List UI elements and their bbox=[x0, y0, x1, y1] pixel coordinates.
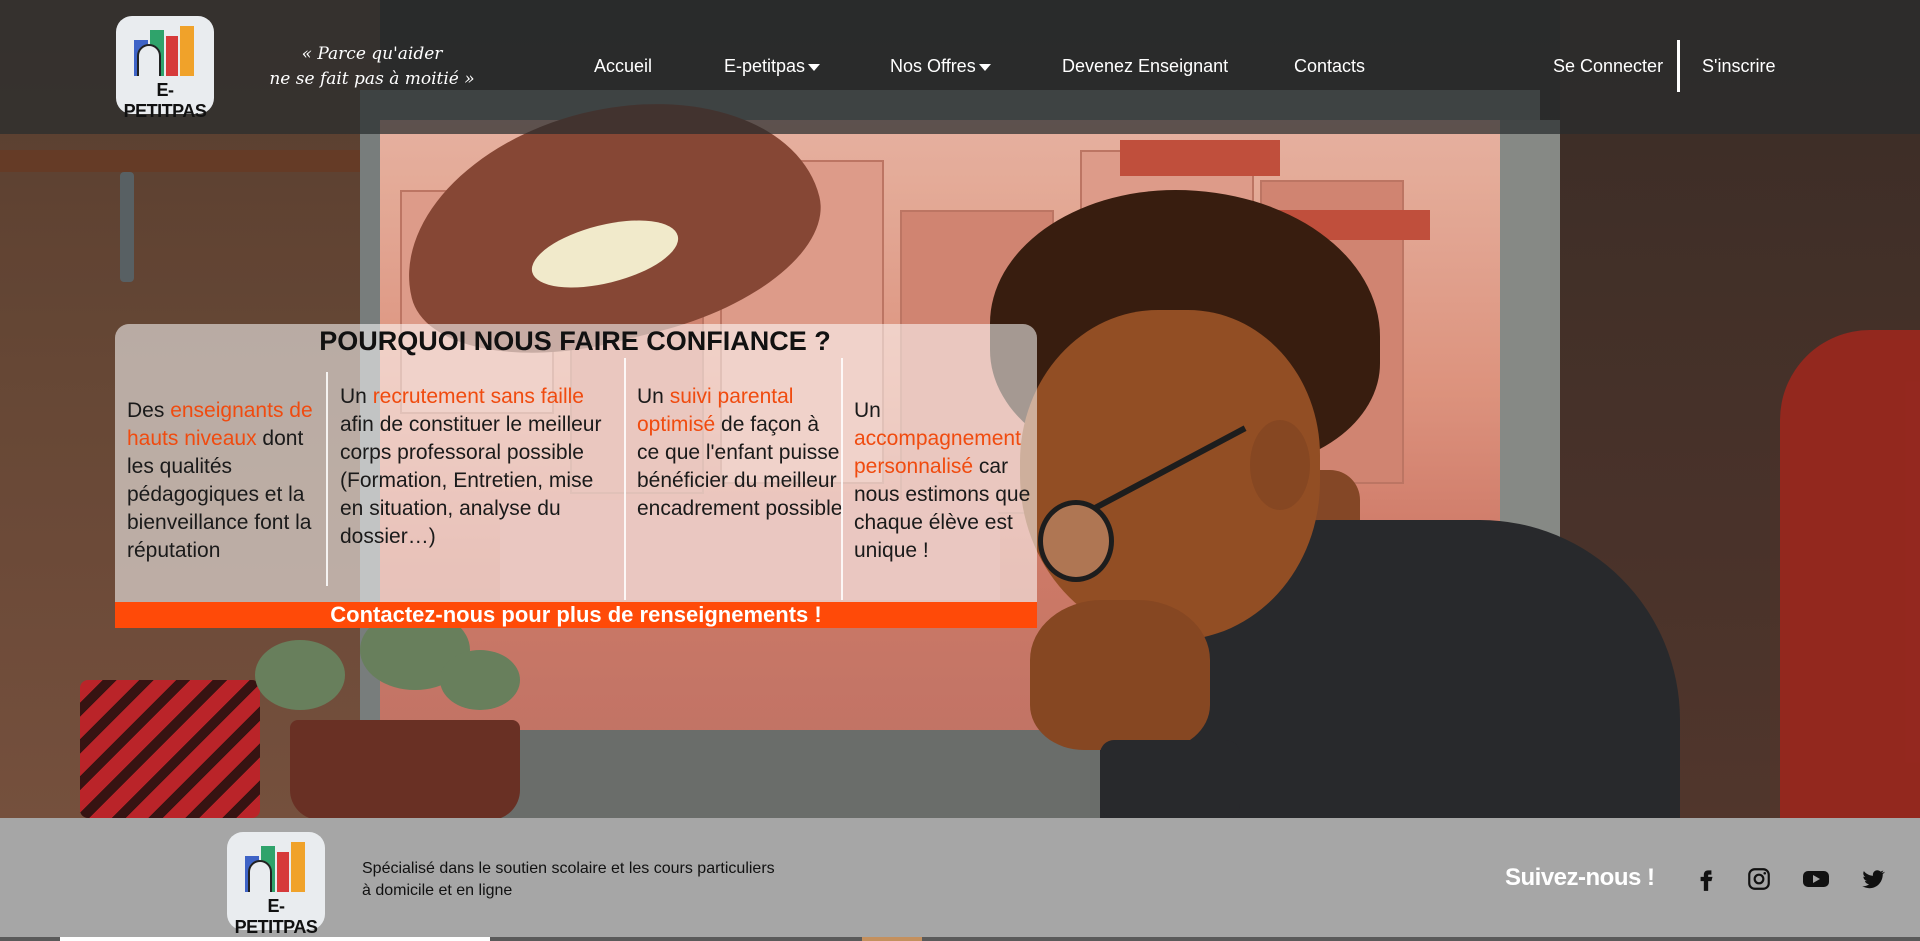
tagline-line-1: « Parce qu'aider bbox=[301, 44, 443, 64]
trust-column-1: Des enseignants de hauts niveaux dont le… bbox=[127, 397, 327, 565]
col2-text: afin de constituer le meilleur corps pro… bbox=[340, 413, 602, 548]
nav-offres-label: Nos Offres bbox=[890, 56, 976, 76]
signup-link[interactable]: S'inscrire bbox=[1702, 56, 1775, 77]
youtube-icon[interactable] bbox=[1802, 866, 1830, 892]
strip-segment bbox=[60, 937, 490, 941]
nav-devenez-enseignant[interactable]: Devenez Enseignant bbox=[1062, 56, 1228, 77]
column-divider bbox=[624, 358, 626, 600]
col4-pre: Un bbox=[854, 399, 881, 422]
strip-segment bbox=[862, 937, 922, 941]
logo-text: E-PETITPAS bbox=[123, 80, 207, 121]
footer-logo-text: E-PETITPAS bbox=[234, 896, 318, 937]
caret-down-icon bbox=[808, 63, 821, 71]
trust-title: POURQUOI NOUS FAIRE CONFIANCE ? bbox=[319, 326, 831, 356]
twitter-icon[interactable] bbox=[1860, 866, 1886, 892]
column-divider bbox=[326, 372, 328, 586]
col3-pre: Un bbox=[637, 385, 670, 408]
col2-pre: Un bbox=[340, 385, 373, 408]
col1-pre: Des bbox=[127, 399, 171, 422]
nav-epetitpas-label: E-petitpas bbox=[724, 56, 806, 76]
nav-epetitpas[interactable]: E-petitpas bbox=[724, 56, 821, 77]
footer-description: Spécialisé dans le soutien scolaire et l… bbox=[362, 860, 775, 899]
trust-column-3: Un suivi parental optimisé de façon à ce… bbox=[637, 383, 845, 523]
castle-logo-icon bbox=[134, 26, 194, 76]
bottom-strip bbox=[0, 937, 1920, 941]
nav-accueil[interactable]: Accueil bbox=[594, 56, 652, 77]
instagram-icon[interactable] bbox=[1746, 866, 1772, 892]
contact-cta-button[interactable]: Contactez-nous pour plus de renseignemen… bbox=[115, 602, 1037, 628]
tagline: « Parce qu'aider ne se fait pas à moitié… bbox=[262, 42, 482, 92]
castle-logo-icon bbox=[245, 842, 305, 892]
column-divider bbox=[841, 358, 843, 600]
trust-column-2: Un recrutement sans faille afin de const… bbox=[340, 383, 615, 551]
footer-logo[interactable]: E-PETITPAS bbox=[227, 832, 325, 937]
login-link[interactable]: Se Connecter bbox=[1553, 56, 1663, 77]
auth-divider bbox=[1677, 40, 1680, 92]
site-logo[interactable]: E-PETITPAS bbox=[116, 16, 214, 121]
nav-contacts[interactable]: Contacts bbox=[1294, 56, 1365, 77]
col2-highlight: recrutement sans faille bbox=[372, 385, 584, 408]
nav-offres[interactable]: Nos Offres bbox=[890, 56, 991, 77]
tagline-line-2: ne se fait pas à moitié » bbox=[269, 69, 475, 89]
caret-down-icon bbox=[978, 63, 991, 71]
trust-column-4: Un accompagnement personnalisé car nous … bbox=[854, 397, 1040, 565]
follow-us-label: Suivez-nous ! bbox=[1505, 864, 1655, 891]
facebook-icon[interactable] bbox=[1693, 866, 1719, 892]
